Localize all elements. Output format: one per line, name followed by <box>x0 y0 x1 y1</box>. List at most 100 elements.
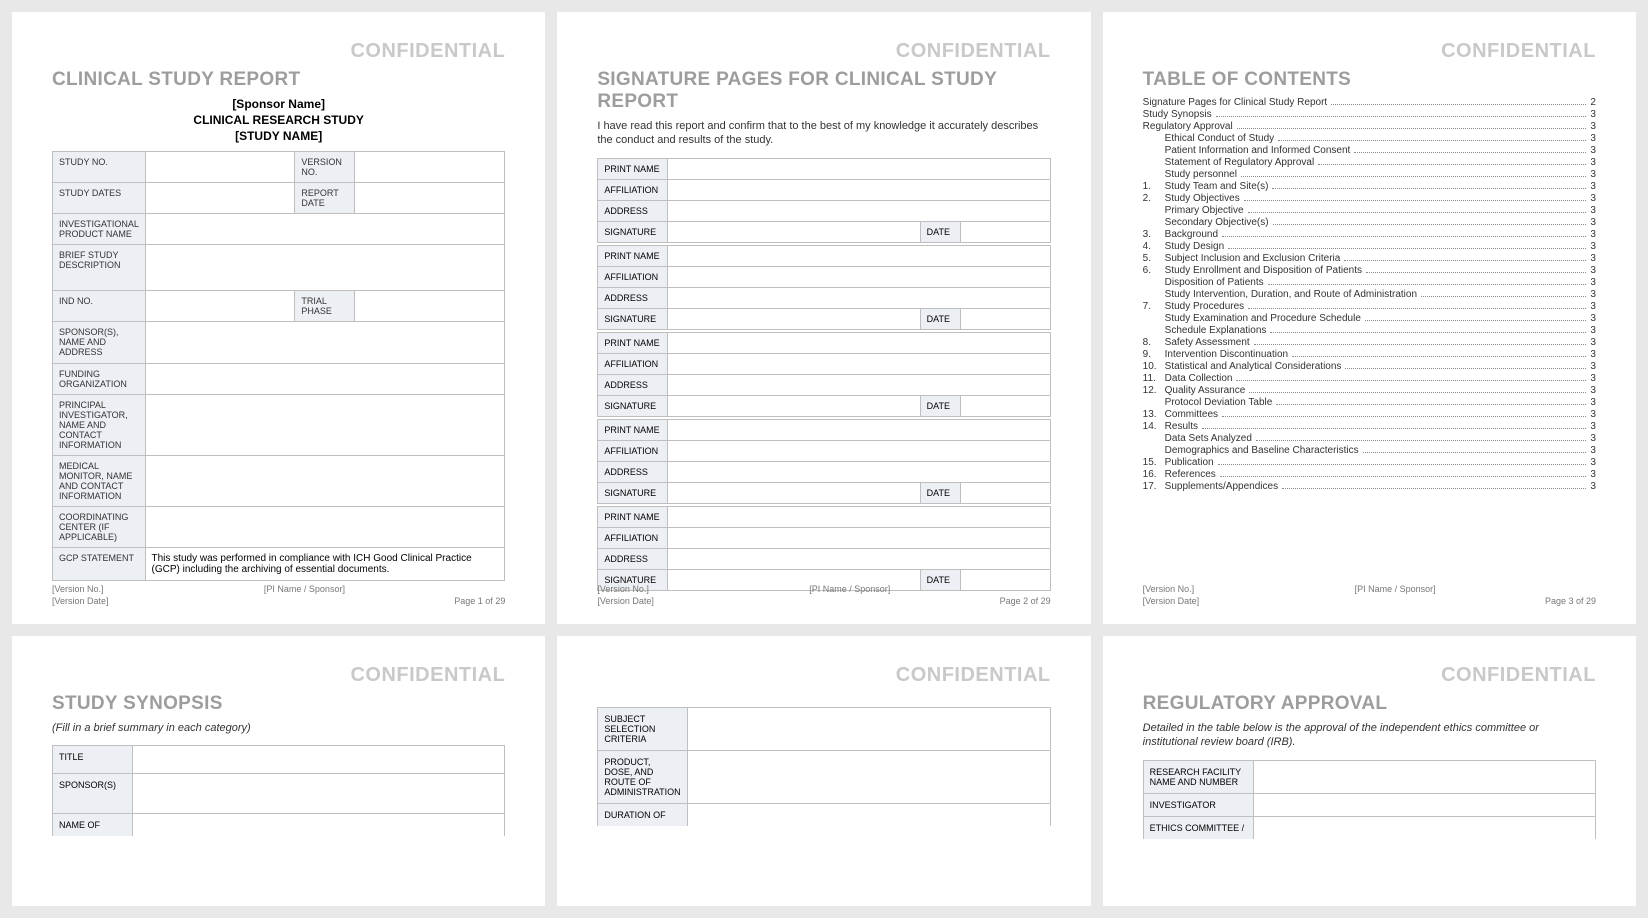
label-signature: SIGNATURE <box>598 221 668 242</box>
toc-leader <box>1272 188 1586 189</box>
toc-entry[interactable]: Secondary Objective(s)3 <box>1143 217 1596 228</box>
field-center[interactable] <box>145 507 505 548</box>
field-sponsors[interactable] <box>145 322 505 364</box>
page-6: CONFIDENTIAL REGULATORY APPROVAL Detaile… <box>1103 636 1636 906</box>
toc-entry[interactable]: Statement of Regulatory Approval3 <box>1143 157 1596 168</box>
toc-entry[interactable]: Study Intervention, Duration, and Route … <box>1143 289 1596 300</box>
label-sponsors: SPONSOR(S), NAME AND ADDRESS <box>53 322 146 364</box>
toc-entry[interactable]: 4.Study Design3 <box>1143 241 1596 252</box>
toc-entry[interactable]: 7.Study Procedures3 <box>1143 301 1596 312</box>
toc-page: 3 <box>1590 337 1596 348</box>
field-duration[interactable] <box>687 804 1050 827</box>
field-product[interactable] <box>687 751 1050 804</box>
label-product: PRODUCT, DOSE, AND ROUTE OF ADMINISTRATI… <box>598 751 687 804</box>
field-print-name[interactable] <box>668 506 1050 527</box>
field-affiliation[interactable] <box>668 440 1050 461</box>
page-title: STUDY SYNOPSIS <box>52 693 505 715</box>
field-title[interactable] <box>133 746 505 774</box>
field-signature[interactable] <box>668 221 920 242</box>
toc-text: Safety Assessment <box>1165 337 1250 348</box>
toc-entry[interactable]: Patient Information and Informed Consent… <box>1143 145 1596 156</box>
toc-entry[interactable]: 12.Quality Assurance3 <box>1143 385 1596 396</box>
toc-text: Study Objectives <box>1165 193 1240 204</box>
field-signature[interactable] <box>668 482 920 503</box>
toc-entry[interactable]: Ethical Conduct of Study3 <box>1143 133 1596 144</box>
toc-entry[interactable]: Disposition of Patients3 <box>1143 277 1596 288</box>
field-address[interactable] <box>668 374 1050 395</box>
field-affiliation[interactable] <box>668 353 1050 374</box>
toc-number: 11. <box>1143 373 1165 384</box>
field-signature[interactable] <box>668 308 920 329</box>
toc-entry[interactable]: Study Synopsis3 <box>1143 109 1596 120</box>
field-address[interactable] <box>668 548 1050 569</box>
field-study-no[interactable] <box>145 152 295 183</box>
toc-entry[interactable]: Study Examination and Procedure Schedule… <box>1143 313 1596 324</box>
label-ethics: ETHICS COMMITTEE / <box>1143 816 1253 839</box>
toc-entry[interactable]: 9.Intervention Discontinuation3 <box>1143 349 1596 360</box>
field-ind[interactable] <box>145 291 295 322</box>
toc-page: 3 <box>1590 397 1596 408</box>
field-report-date[interactable] <box>355 183 505 214</box>
field-affiliation[interactable] <box>668 179 1050 200</box>
field-print-name[interactable] <box>668 332 1050 353</box>
toc-entry[interactable]: Data Sets Analyzed3 <box>1143 433 1596 444</box>
field-study-dates[interactable] <box>145 183 295 214</box>
field-brief[interactable] <box>145 245 505 291</box>
field-sponsors[interactable] <box>133 774 505 814</box>
toc-entry[interactable]: 15.Publication3 <box>1143 457 1596 468</box>
field-affiliation[interactable] <box>668 266 1050 287</box>
field-print-name[interactable] <box>668 158 1050 179</box>
toc-entry[interactable]: 17.Supplements/Appendices3 <box>1143 481 1596 492</box>
label-print-name: PRINT NAME <box>598 158 668 179</box>
field-investigator[interactable] <box>1253 793 1595 816</box>
toc-entry[interactable]: 11.Data Collection3 <box>1143 373 1596 384</box>
toc-text: Results <box>1165 421 1198 432</box>
toc-entry[interactable]: Demographics and Baseline Characteristic… <box>1143 445 1596 456</box>
field-date[interactable] <box>960 482 1050 503</box>
toc-text: Statistical and Analytical Consideration… <box>1165 361 1342 372</box>
field-monitor[interactable] <box>145 456 505 507</box>
toc-text: Study Enrollment and Disposition of Pati… <box>1165 265 1362 276</box>
toc-entry[interactable]: 10.Statistical and Analytical Considerat… <box>1143 361 1596 372</box>
field-ethics[interactable] <box>1253 816 1595 839</box>
toc-text: Study Design <box>1165 241 1224 252</box>
field-product[interactable] <box>145 214 505 245</box>
toc-entry[interactable]: 16.References3 <box>1143 469 1596 480</box>
toc-entry[interactable]: 2.Study Objectives3 <box>1143 193 1596 204</box>
field-address[interactable] <box>668 287 1050 308</box>
field-address[interactable] <box>668 461 1050 482</box>
toc-entry[interactable]: Protocol Deviation Table3 <box>1143 397 1596 408</box>
field-print-name[interactable] <box>668 245 1050 266</box>
label-version-no: VERSION NO. <box>295 152 355 183</box>
field-print-name[interactable] <box>668 419 1050 440</box>
field-version-no[interactable] <box>355 152 505 183</box>
field-date[interactable] <box>960 308 1050 329</box>
toc-entry[interactable]: 14.Results3 <box>1143 421 1596 432</box>
signature-block: PRINT NAMEAFFILIATIONADDRESSSIGNATUREDAT… <box>597 332 1050 417</box>
toc-leader <box>1222 236 1586 237</box>
toc-entry[interactable]: Signature Pages for Clinical Study Repor… <box>1143 97 1596 108</box>
field-signature[interactable] <box>668 395 920 416</box>
toc-entry[interactable]: Primary Objective3 <box>1143 205 1596 216</box>
field-name-of[interactable] <box>133 814 505 837</box>
toc-entry[interactable]: 5.Subject Inclusion and Exclusion Criter… <box>1143 253 1596 264</box>
label-print-name: PRINT NAME <box>598 245 668 266</box>
field-trial-phase[interactable] <box>355 291 505 322</box>
field-date[interactable] <box>960 221 1050 242</box>
field-facility[interactable] <box>1253 760 1595 793</box>
toc-entry[interactable]: Study personnel3 <box>1143 169 1596 180</box>
field-funding[interactable] <box>145 364 505 395</box>
field-criteria[interactable] <box>687 708 1050 751</box>
toc-leader <box>1222 416 1586 417</box>
toc-entry[interactable]: 3.Background3 <box>1143 229 1596 240</box>
field-address[interactable] <box>668 200 1050 221</box>
toc-entry[interactable]: 13.Committees3 <box>1143 409 1596 420</box>
toc-entry[interactable]: 6.Study Enrollment and Disposition of Pa… <box>1143 265 1596 276</box>
field-affiliation[interactable] <box>668 527 1050 548</box>
toc-entry[interactable]: Regulatory Approval3 <box>1143 121 1596 132</box>
field-pi[interactable] <box>145 395 505 456</box>
toc-entry[interactable]: 8.Safety Assessment3 <box>1143 337 1596 348</box>
field-date[interactable] <box>960 395 1050 416</box>
toc-entry[interactable]: Schedule Explanations3 <box>1143 325 1596 336</box>
toc-entry[interactable]: 1.Study Team and Site(s)3 <box>1143 181 1596 192</box>
